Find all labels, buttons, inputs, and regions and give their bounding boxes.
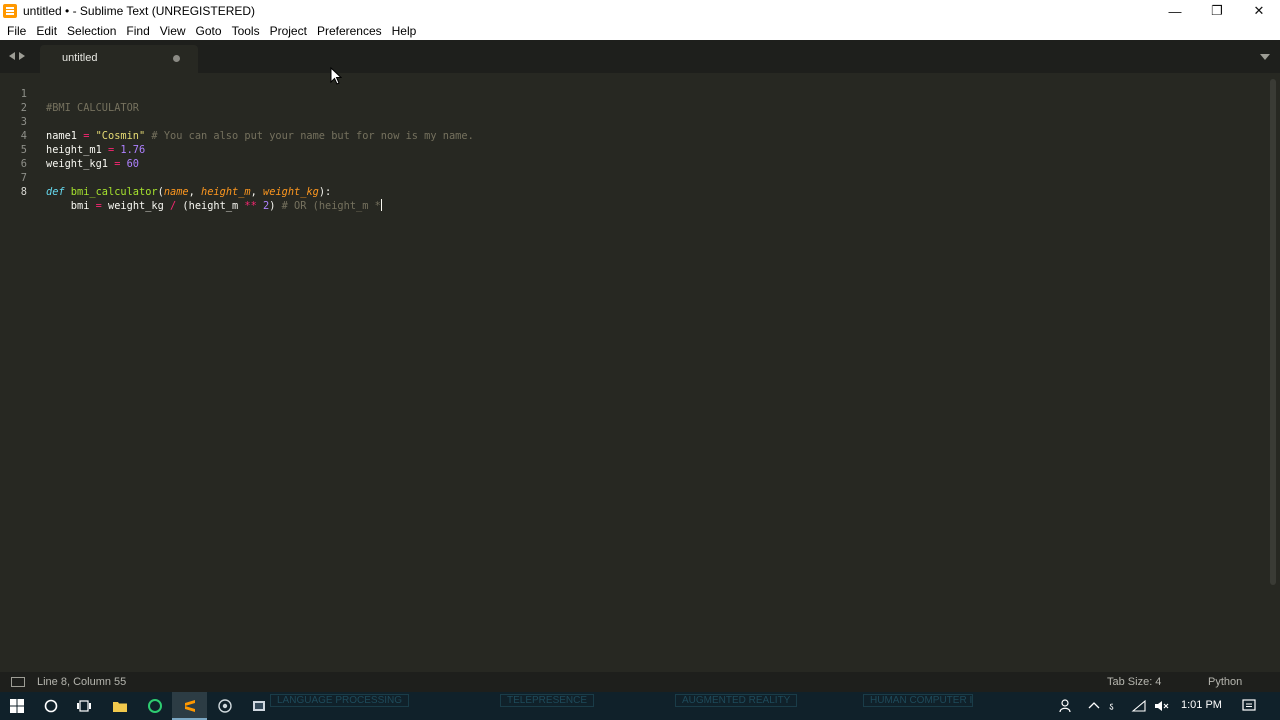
code-line-3: 3 name1 = "Cosmin" # You can also put yo…	[0, 101, 1260, 142]
code-line-7: 7 def bmi_calculator(name, height_m, wei…	[0, 157, 1260, 198]
menu-goto[interactable]: Goto	[191, 22, 227, 40]
window-title: untitled • - Sublime Text (UNREGISTERED)	[23, 4, 256, 18]
svg-text:ऽ: ऽ	[1109, 702, 1114, 713]
line-number: 8	[20, 186, 27, 198]
menu-selection[interactable]: Selection	[62, 22, 121, 40]
menu-preferences[interactable]: Preferences	[312, 22, 387, 40]
window-controls: — ❐ ✕	[1154, 0, 1280, 22]
variable: bmi	[46, 200, 90, 212]
menu-project[interactable]: Project	[265, 22, 312, 40]
vertical-scrollbar[interactable]	[1270, 79, 1276, 585]
code-line-1: 1 #BMI CALCULATOR	[0, 73, 1260, 114]
tab-navigation	[9, 52, 25, 60]
wallpaper-label: HUMAN COMPUTER INTERACTION	[863, 694, 973, 707]
variable: weight_kg	[108, 200, 171, 212]
menu-tools[interactable]: Tools	[227, 22, 265, 40]
wallpaper-label: LANGUAGE PROCESSING	[270, 694, 410, 707]
function-name: bmi_calculator	[64, 186, 158, 198]
operator: =	[89, 200, 109, 212]
code-editor[interactable]: 1 #BMI CALCULATOR 2 3 name1 = "Cosmin" #…	[0, 73, 1280, 672]
language-icon[interactable]: ऽ	[1108, 698, 1124, 714]
sublime-text-taskbar-icon[interactable]	[182, 698, 198, 714]
menu-file[interactable]: File	[2, 22, 31, 40]
code-line-6: 6	[0, 143, 1260, 170]
tab-dropdown-icon[interactable]	[1260, 54, 1270, 60]
chrome-icon[interactable]	[217, 698, 233, 714]
browser-icon[interactable]	[147, 698, 163, 714]
code-line-4: 4 height_m1 = 1.76	[0, 115, 1260, 156]
sublime-text-icon	[3, 4, 17, 18]
windows-taskbar: LANGUAGE PROCESSING TELEPRESENCE AUGMENT…	[0, 692, 1280, 720]
separator: ,	[250, 186, 264, 198]
code-line-5: 5 weight_kg1 = 60	[0, 129, 1260, 170]
cursor-position: Line 8, Column 55	[37, 676, 127, 688]
status-bar: Line 8, Column 55 Tab Size: 4 Python	[0, 672, 1280, 692]
paren: ):	[318, 186, 332, 198]
volume-muted-icon[interactable]	[1153, 698, 1169, 714]
file-explorer-icon[interactable]	[112, 698, 128, 714]
menu-bar: File Edit Selection Find View Goto Tools…	[0, 22, 1280, 40]
chevron-up-icon[interactable]	[1086, 698, 1102, 714]
keyword: def	[46, 186, 65, 198]
menu-view[interactable]: View	[155, 22, 191, 40]
parameter: weight_kg	[263, 186, 319, 198]
wallpaper-label: AUGMENTED REALITY	[675, 694, 798, 707]
tab-bar: untitled	[0, 40, 1280, 73]
windows-start-icon[interactable]	[9, 698, 25, 714]
wallpaper-label: TELEPRESENCE	[500, 694, 595, 707]
tab-untitled[interactable]: untitled	[40, 45, 198, 73]
parameter: height_m	[201, 186, 251, 198]
code-line-8: 8 bmi = weight_kg / (height_m ** 2) # OR…	[0, 171, 1260, 212]
menu-edit[interactable]: Edit	[31, 22, 62, 40]
search-icon[interactable]	[43, 698, 59, 714]
minimize-button[interactable]: —	[1154, 0, 1196, 22]
expression: (height_m	[176, 200, 245, 212]
menu-find[interactable]: Find	[121, 22, 154, 40]
media-app-icon[interactable]	[251, 698, 267, 714]
tab-label: untitled	[62, 52, 98, 64]
close-button[interactable]: ✕	[1238, 0, 1280, 22]
title-bar: untitled • - Sublime Text (UNREGISTERED)…	[0, 0, 1280, 22]
menu-help[interactable]: Help	[387, 22, 422, 40]
task-view-icon[interactable]	[76, 698, 92, 714]
separator: ,	[188, 186, 202, 198]
wifi-icon[interactable]	[1131, 698, 1147, 714]
clock[interactable]: 1:01 PM	[1181, 699, 1222, 711]
parameter: name	[163, 186, 189, 198]
unsaved-dot-icon[interactable]	[173, 55, 180, 62]
panel-toggle-icon[interactable]	[11, 677, 25, 687]
restore-button[interactable]: ❐	[1196, 0, 1238, 22]
tab-size[interactable]: Tab Size: 4	[1107, 676, 1161, 688]
arrow-right-icon[interactable]	[19, 52, 25, 60]
comment: # OR (height_m *	[275, 200, 381, 212]
operator: **	[244, 200, 257, 212]
text-caret	[380, 199, 382, 211]
code-line-2: 2	[0, 87, 1260, 114]
arrow-left-icon[interactable]	[9, 52, 15, 60]
notifications-icon[interactable]	[1241, 698, 1257, 714]
syntax-selector[interactable]: Python	[1208, 676, 1242, 688]
people-icon[interactable]	[1058, 698, 1074, 714]
